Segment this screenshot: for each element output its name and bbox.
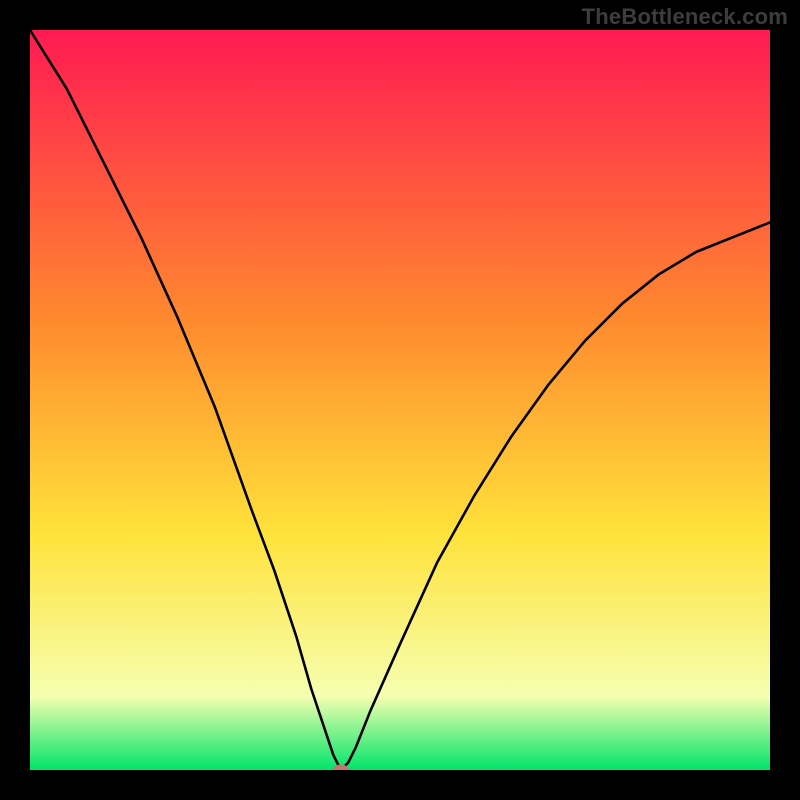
gradient-background	[30, 30, 770, 770]
attribution-text: TheBottleneck.com	[582, 4, 788, 30]
chart-frame: { "attribution": "TheBottleneck.com", "c…	[0, 0, 800, 800]
bottleneck-chart	[30, 30, 770, 770]
